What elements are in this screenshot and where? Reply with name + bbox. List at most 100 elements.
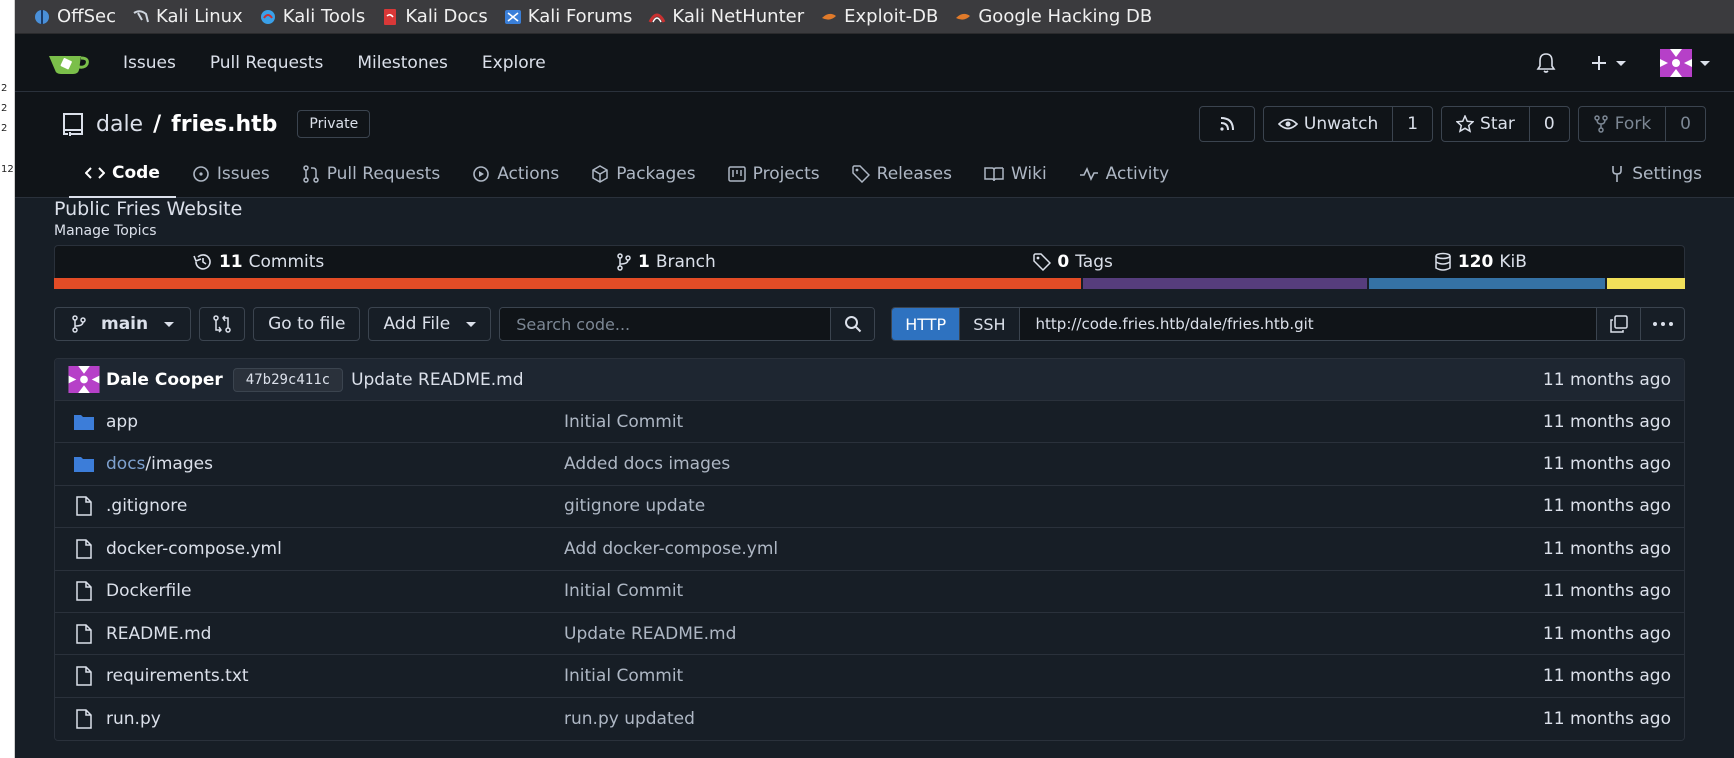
stars-count[interactable]: 0 [1528, 107, 1569, 141]
file-icon [76, 666, 92, 686]
nav-milestones[interactable]: Milestones [357, 53, 448, 73]
google-hacking-db-icon [956, 13, 971, 20]
language-segment[interactable] [1369, 278, 1605, 289]
tab-pull-requests[interactable]: Pull Requests [286, 150, 457, 198]
commit-message[interactable]: Update README.md [351, 370, 523, 390]
compare-button[interactable] [199, 307, 246, 341]
clone-url-input[interactable]: http://code.fries.htb/dale/fries.htb.git [1019, 308, 1596, 340]
language-segment[interactable] [1083, 278, 1368, 289]
file-commit-message[interactable]: Initial Commit [564, 666, 683, 686]
file-commit-message[interactable]: Update README.md [564, 624, 736, 644]
left-gutter: 2 2 2 12 [0, 0, 15, 758]
list-item[interactable]: docs/images Added docs images 11 months … [55, 443, 1684, 486]
gitea-logo-icon[interactable] [47, 50, 91, 76]
repo-description: Public Fries Website [54, 198, 243, 220]
file-name[interactable]: app [106, 412, 564, 432]
list-item[interactable]: README.md Update README.md 11 months ago [55, 612, 1684, 656]
bookmark-kali-docs[interactable]: Kali Docs [381, 6, 488, 27]
kali-forums-icon [504, 9, 521, 24]
file-commit-message[interactable]: Initial Commit [564, 581, 683, 601]
bookmark-offsec[interactable]: OffSec [33, 6, 116, 27]
bookmark-exploit-db[interactable]: Exploit-DB [820, 6, 938, 27]
list-item[interactable]: docker-compose.yml Add docker-compose.ym… [55, 528, 1684, 571]
tab-activity[interactable]: Activity [1063, 150, 1186, 198]
more-options-button[interactable] [1640, 308, 1684, 340]
copy-button[interactable] [1596, 308, 1640, 340]
tab-projects[interactable]: Projects [712, 150, 836, 198]
branch-stat[interactable]: 1 Branch [462, 252, 869, 272]
bookmark-google-hacking-db[interactable]: Google Hacking DB [954, 6, 1152, 27]
user-menu[interactable] [1660, 49, 1710, 77]
fork-group: Fork 0 [1577, 106, 1706, 142]
tags-stat[interactable]: 0 Tags [870, 252, 1277, 272]
bookmark-kali-tools[interactable]: Kali Tools [259, 6, 365, 27]
commit-sha[interactable]: 47b29c411c [232, 367, 344, 392]
unwatch-button[interactable]: Unwatch [1264, 107, 1392, 141]
forks-count[interactable]: 0 [1665, 107, 1705, 141]
file-name[interactable]: .gitignore [106, 496, 564, 516]
file-commit-message[interactable]: Added docs images [564, 454, 730, 474]
rss-icon [1220, 117, 1234, 131]
file-commit-message[interactable]: Initial Commit [564, 412, 683, 432]
repo-owner-link[interactable]: dale [96, 112, 143, 137]
file-name[interactable]: docker-compose.yml [106, 539, 564, 559]
create-menu[interactable] [1590, 54, 1626, 72]
commits-stat[interactable]: 11 Commits [55, 252, 462, 272]
tab-wiki[interactable]: Wiki [968, 150, 1063, 198]
watchers-count[interactable]: 1 [1392, 107, 1432, 141]
tab-label: Projects [752, 164, 820, 184]
nav-pull-requests[interactable]: Pull Requests [210, 53, 324, 73]
file-name[interactable]: README.md [106, 624, 564, 644]
bookmark-kali-nethunter[interactable]: Kali NetHunter [648, 6, 804, 27]
fork-button[interactable]: Fork [1579, 107, 1665, 141]
latest-commit-row: Dale Cooper 47b29c411c Update README.md … [55, 359, 1684, 401]
add-file-button[interactable]: Add File [368, 307, 492, 341]
file-name[interactable]: run.py [106, 709, 564, 729]
list-item[interactable]: Dockerfile Initial Commit 11 months ago [55, 570, 1684, 613]
language-segment[interactable] [54, 278, 1081, 289]
list-item[interactable]: .gitignore gitignore update 11 months ag… [55, 485, 1684, 529]
nav-issues[interactable]: Issues [123, 53, 176, 73]
file-commit-message[interactable]: Add docker-compose.yml [564, 539, 778, 559]
rss-button[interactable] [1198, 106, 1255, 142]
file-name[interactable]: Dockerfile [106, 581, 564, 601]
repo-tabs: Code Issues Pull Requests Actions Packag… [69, 150, 1185, 198]
file-commit-message[interactable]: gitignore update [564, 496, 705, 516]
manage-topics-link[interactable]: Manage Topics [54, 223, 157, 239]
file-name[interactable]: docs/images [106, 454, 564, 474]
file-name-text: requirements.txt [106, 666, 249, 687]
list-item[interactable]: run.py run.py updated 11 months ago [55, 697, 1684, 741]
clone-ssh-button[interactable]: SSH [960, 308, 1020, 340]
file-name[interactable]: requirements.txt [106, 666, 564, 686]
bookmark-label: Google Hacking DB [978, 6, 1153, 27]
branch-selector[interactable]: main [54, 307, 192, 341]
avatar[interactable] [68, 366, 100, 393]
language-segment[interactable] [1607, 278, 1685, 289]
kali-docs-icon [384, 8, 397, 25]
list-item[interactable]: requirements.txt Initial Commit 11 month… [55, 655, 1684, 698]
bell-icon[interactable] [1536, 52, 1556, 74]
tab-settings[interactable]: Settings [1609, 150, 1702, 198]
tab-code[interactable]: Code [69, 150, 176, 198]
file-commit-message[interactable]: run.py updated [564, 709, 695, 729]
tab-packages[interactable]: Packages [575, 150, 711, 198]
list-item[interactable]: app Initial Commit 11 months ago [55, 401, 1684, 444]
repo-icon [63, 113, 83, 136]
search-input[interactable] [500, 308, 831, 340]
bookmark-label: Exploit-DB [844, 6, 939, 27]
search-button[interactable] [830, 308, 875, 340]
tab-actions[interactable]: Actions [456, 150, 575, 198]
tab-releases[interactable]: Releases [836, 150, 968, 198]
commit-author[interactable]: Dale Cooper [106, 370, 223, 390]
repo-name-link[interactable]: fries.htb [171, 112, 277, 137]
clone-http-button[interactable]: HTTP [892, 308, 961, 340]
tab-issues[interactable]: Issues [176, 150, 286, 198]
play-circle-icon [473, 166, 489, 182]
bookmark-kali-linux[interactable]: Kali Linux [132, 6, 243, 27]
file-age: 11 months ago [1542, 623, 1671, 644]
star-button[interactable]: Star [1442, 107, 1529, 141]
language-stats-bar[interactable] [54, 278, 1685, 289]
bookmark-kali-forums[interactable]: Kali Forums [504, 6, 632, 27]
nav-explore[interactable]: Explore [482, 53, 546, 73]
go-to-file-button[interactable]: Go to file [253, 307, 361, 341]
